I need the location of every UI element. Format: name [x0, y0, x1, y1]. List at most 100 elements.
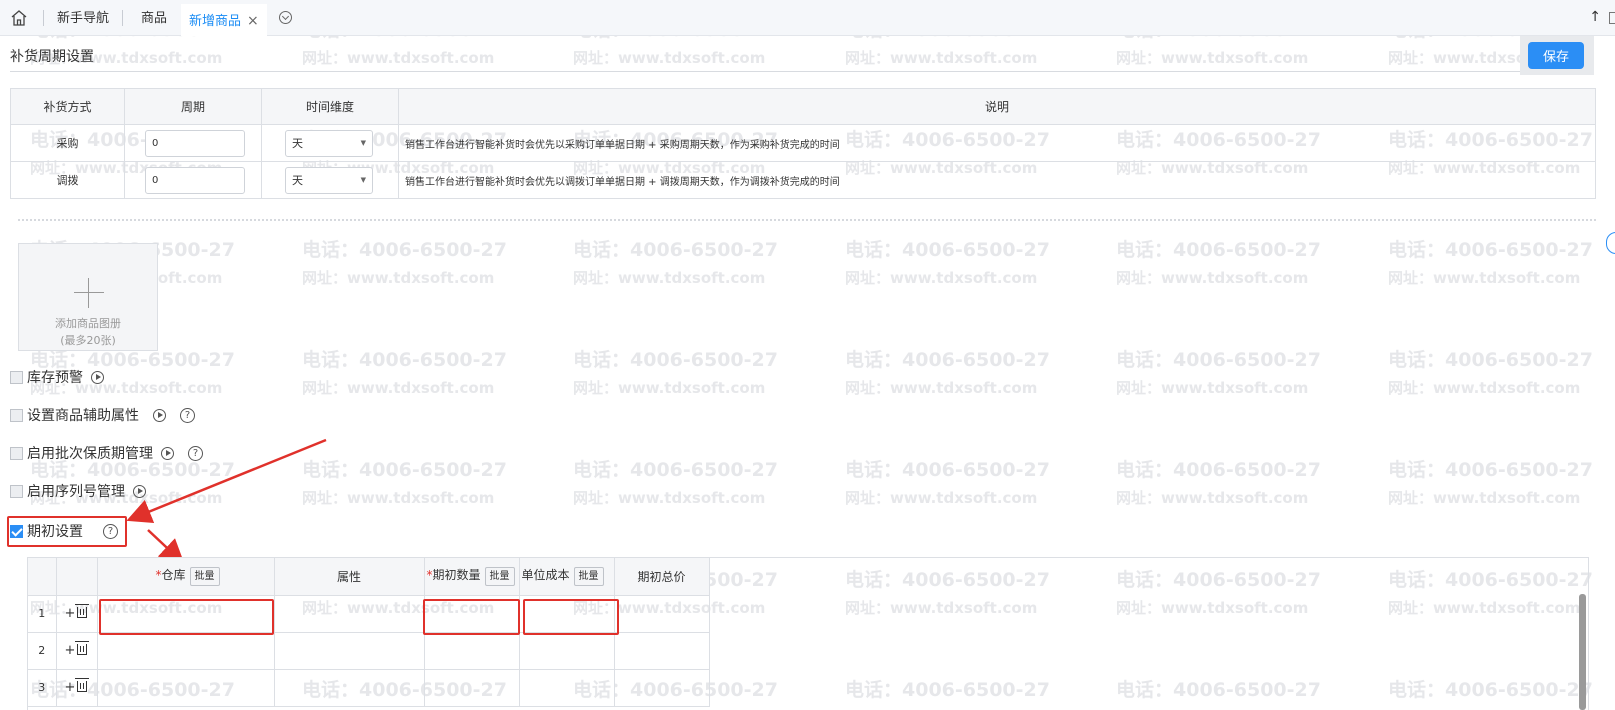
option-label: 设置商品辅助属性 [27, 408, 139, 424]
watermark: 电话：4006-6500-27 网址：www.tdxsoft.com [302, 346, 507, 402]
replenish-table: 补货方式 周期 时间维度 说明 采购 0 天 ▼ 销售工作台进行智能补货时会优先以… [10, 88, 1596, 199]
add-row-icon[interactable]: + [65, 606, 76, 621]
side-panel-tab[interactable] [1606, 232, 1615, 254]
qty-cell[interactable] [424, 632, 520, 670]
watermark-phone: 电话：4006-6500-27 [845, 239, 1050, 261]
desc-cell: 销售工作台进行智能补货时会优先以采购订单单据日期 + 采购周期天数，作为采购补货… [398, 124, 1596, 162]
checkbox[interactable] [10, 370, 23, 384]
attr-cell[interactable] [274, 632, 425, 670]
watermark: 电话：4006-6500-27 网址：www.tdxsoft.com [573, 456, 778, 512]
watermark: 电话：4006-6500-27 网址：www.tdxsoft.com [302, 456, 507, 512]
arrow-up-icon[interactable]: ↑ [1589, 9, 1601, 25]
dimension-select[interactable]: 天 ▼ [285, 129, 373, 157]
add-row-icon[interactable]: + [65, 680, 76, 695]
watermark: 电话：4006-6500-27 网址：www.tdxsoft.com [845, 236, 1050, 292]
caret-down-icon: ▼ [360, 175, 366, 184]
checkbox[interactable] [10, 446, 23, 460]
watermark: 电话：4006-6500-27 网址：www.tdxsoft.com [302, 236, 507, 292]
tab-goods[interactable]: 商品 [141, 10, 167, 28]
trash-icon[interactable] [75, 641, 90, 655]
tab-guide[interactable]: 新手导航 [57, 10, 109, 28]
dimension-cell: 天 ▼ [261, 124, 399, 162]
watermark-url: 网址：www.tdxsoft.com [1388, 489, 1581, 507]
period-input[interactable]: 0 [145, 129, 245, 157]
bulk-button[interactable]: 批量 [189, 567, 220, 587]
watermark-phone: 电话：4006-6500-27 [573, 459, 778, 481]
watermark-phone: 电话：4006-6500-27 [573, 349, 778, 371]
play-icon[interactable] [133, 484, 146, 498]
qty-cell[interactable] [424, 669, 520, 707]
add-album-button[interactable]: 添加商品图册 (最多20张) [18, 243, 158, 351]
watermark-url: 网址：www.tdxsoft.com [1388, 379, 1581, 397]
tab-divider [43, 10, 44, 26]
checkbox[interactable] [10, 484, 23, 498]
watermark: 电话：4006-6500-27 网址：www.tdxsoft.com [1116, 236, 1321, 292]
column-header-total: 期初总价 [614, 558, 710, 596]
close-icon[interactable]: × [247, 13, 259, 29]
row-number: 1 [28, 595, 57, 633]
checkbox[interactable] [10, 408, 23, 422]
chevron-down-icon[interactable] [279, 11, 292, 24]
watermark-phone: 电话：4006-6500-27 [302, 239, 507, 261]
cost-cell[interactable] [519, 669, 615, 707]
total-cell [614, 669, 710, 707]
period-cell: 0 [124, 124, 262, 162]
tab-new-goods[interactable]: 新增商品 × [181, 4, 267, 36]
section-title: 补货周期设置 [10, 49, 94, 65]
attr-cell[interactable] [274, 595, 425, 633]
dimension-value: 天 [292, 173, 303, 187]
play-icon[interactable] [91, 370, 104, 384]
column-header-qty: *期初数量 批量 [424, 558, 520, 596]
period-input[interactable]: 0 [145, 166, 245, 194]
table-row: 3 + [28, 669, 710, 707]
help-icon[interactable]: ? [180, 407, 195, 423]
column-header: 周期 [124, 88, 262, 125]
warehouse-cell[interactable] [97, 632, 275, 670]
watermark-phone: 电话：4006-6500-27 [1388, 459, 1593, 481]
tab-divider [122, 10, 123, 26]
trash-icon[interactable] [75, 678, 90, 692]
option-serial-number[interactable]: 启用序列号管理 [10, 481, 146, 501]
watermark-url: 网址：www.tdxsoft.com [302, 269, 495, 287]
save-button[interactable]: 保存 [1528, 42, 1584, 69]
home-icon[interactable] [10, 9, 28, 27]
scrollbar[interactable] [1579, 594, 1586, 710]
warehouse-cell[interactable] [97, 669, 275, 707]
plus-icon [74, 278, 104, 308]
watermark-phone: 电话：4006-6500-27 [302, 459, 507, 481]
dimension-select[interactable]: 天 ▼ [285, 166, 373, 194]
method-cell: 采购 [10, 124, 125, 162]
panel-edge-icon[interactable] [1609, 12, 1615, 24]
attr-cell[interactable] [274, 669, 425, 707]
highlight-box [523, 599, 619, 635]
tab-bar: 新手导航 商品 新增商品 × ↑ [0, 0, 1615, 36]
row-actions: + [56, 595, 98, 633]
table-row: 调拨 0 天 ▼ 销售工作台进行智能补货时会优先以调拨订单单据日期 + 调拨周期天… [10, 161, 1596, 199]
help-icon[interactable]: ? [188, 445, 203, 461]
watermark-url: 网址：www.tdxsoft.com [1116, 379, 1309, 397]
add-row-icon[interactable]: + [65, 643, 76, 658]
cost-cell[interactable] [519, 632, 615, 670]
trash-icon[interactable] [75, 604, 90, 618]
option-batch-shelf-life[interactable]: 启用批次保质期管理 ? [10, 443, 203, 463]
watermark: 电话：4006-6500-27 网址：www.tdxsoft.com [1388, 456, 1593, 512]
header-label: 期初数量 [432, 568, 481, 583]
header-label: 仓库 [161, 568, 186, 583]
watermark-url: 网址：www.tdxsoft.com [302, 49, 495, 67]
play-icon[interactable] [161, 446, 174, 460]
option-aux-attr[interactable]: 设置商品辅助属性 ? [10, 405, 195, 425]
upload-hint-line: (最多20张) [60, 334, 116, 347]
bulk-button[interactable]: 批量 [484, 567, 515, 587]
play-icon[interactable] [153, 408, 166, 422]
column-header-warehouse: *仓库 批量 [97, 558, 275, 596]
column-header [56, 558, 98, 596]
option-label: 库存预警 [27, 370, 83, 386]
watermark-phone: 电话：4006-6500-27 [302, 349, 507, 371]
bulk-button[interactable]: 批量 [573, 567, 604, 587]
watermark-url: 网址：www.tdxsoft.com [1116, 269, 1309, 287]
highlight-box [423, 599, 520, 635]
dotted-divider [18, 219, 1596, 221]
watermark-url: 网址：www.tdxsoft.com [845, 379, 1038, 397]
divider [10, 71, 1535, 72]
option-stock-warning[interactable]: 库存预警 [10, 367, 104, 387]
